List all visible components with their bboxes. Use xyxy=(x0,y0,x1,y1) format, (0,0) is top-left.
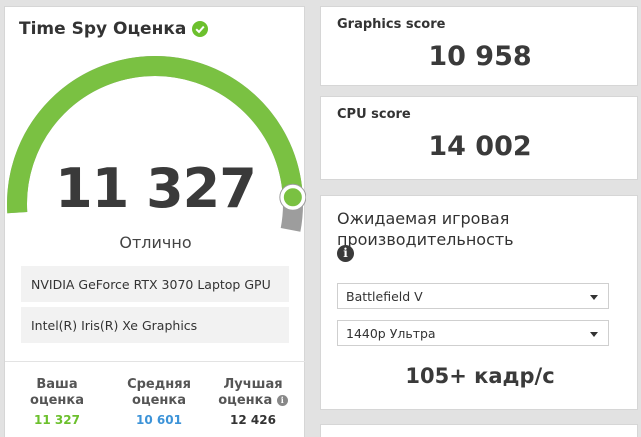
score-title-row: Time Spy Оценка xyxy=(19,19,209,39)
stat-average-score: Средняя оценка 10 601 xyxy=(111,377,207,427)
hardware-item-gpu: NVIDIA GeForce RTX 3070 Laptop GPU xyxy=(21,266,289,302)
cpu-score-card: CPU score 14 002 xyxy=(320,96,638,180)
score-panel: Time Spy Оценка 11 327 Отлично NVIDIA Ge… xyxy=(4,6,306,437)
overall-score: 11 327 xyxy=(55,157,257,220)
cpu-score-label: CPU score xyxy=(337,107,411,122)
chevron-down-icon xyxy=(590,332,598,337)
score-title: Time Spy Оценка xyxy=(19,19,187,39)
fps-estimate: 105+ кадр/с xyxy=(405,364,555,388)
score-rating: Отлично xyxy=(119,233,192,252)
stat-value: 11 327 xyxy=(34,413,80,427)
graphics-score-value: 10 958 xyxy=(428,41,532,72)
divider xyxy=(5,361,306,362)
info-icon[interactable]: i xyxy=(276,395,288,406)
cpu-score-value: 14 002 xyxy=(428,131,532,162)
stat-best-score: Лучшая оценка i 12 426 xyxy=(205,377,301,427)
chevron-down-icon xyxy=(590,295,598,300)
game-performance-title: Ожидаемая игровая производительность xyxy=(337,209,514,249)
next-card xyxy=(320,424,638,437)
resolution-select-value: 1440p Ультра xyxy=(346,325,436,341)
game-performance-card: Ожидаемая игровая производительность i B… xyxy=(320,195,638,410)
info-icon[interactable]: i xyxy=(337,245,354,262)
check-icon xyxy=(192,21,209,37)
game-select-value: Battlefield V xyxy=(346,288,423,304)
hardware-item-igpu: Intel(R) Iris(R) Xe Graphics xyxy=(21,307,289,343)
stat-value: 10 601 xyxy=(136,413,182,427)
graphics-score-card: Graphics score 10 958 xyxy=(320,6,638,86)
stat-your-score: Ваша оценка 11 327 xyxy=(9,377,105,427)
stat-value: 12 426 xyxy=(230,413,276,427)
graphics-score-label: Graphics score xyxy=(337,17,446,32)
resolution-select[interactable]: 1440p Ультра xyxy=(337,320,609,346)
game-select[interactable]: Battlefield V xyxy=(337,283,609,309)
